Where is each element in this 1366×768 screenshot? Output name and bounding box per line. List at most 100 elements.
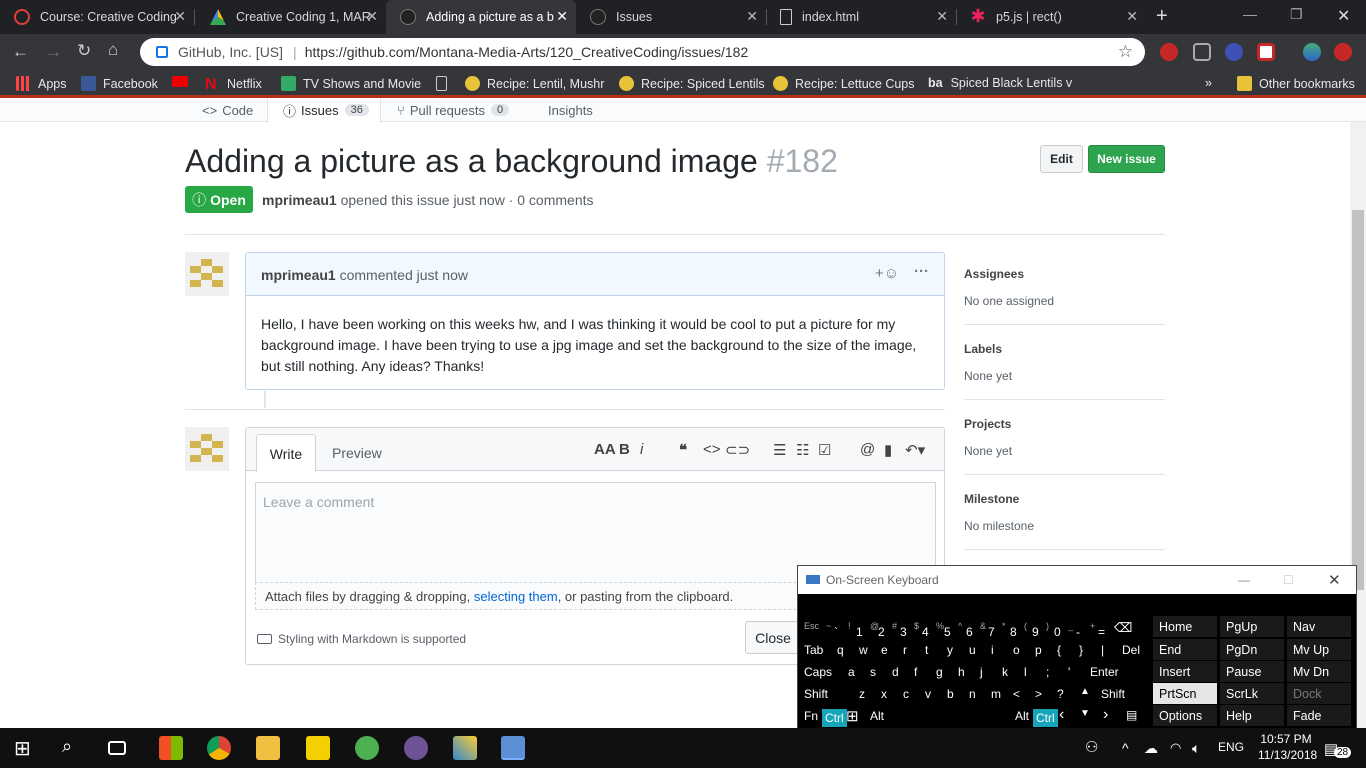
osk-key[interactable]: d xyxy=(892,665,899,679)
osk-key[interactable]: w xyxy=(859,643,868,657)
osk-key[interactable]: t xyxy=(925,643,928,657)
bookmarks-overflow[interactable]: » xyxy=(1205,76,1212,90)
header-text-icon[interactable]: AA xyxy=(594,441,616,458)
cast-icon[interactable] xyxy=(1193,43,1211,61)
osk-key[interactable]: + xyxy=(1090,621,1095,631)
osk-nav-key[interactable]: Nav xyxy=(1287,616,1351,637)
on-screen-keyboard-taskbar-icon[interactable] xyxy=(501,736,525,760)
osk-minimize-icon[interactable]: — xyxy=(1238,573,1250,587)
close-tab-icon[interactable]: ✕ xyxy=(746,8,758,25)
osk-key[interactable]: ~ xyxy=(826,621,831,631)
avatar[interactable] xyxy=(185,252,229,296)
volume-icon[interactable]: 🔈︎ xyxy=(1192,740,1200,757)
osk-key[interactable]: ^ xyxy=(958,621,962,631)
update-icon[interactable] xyxy=(1334,43,1352,61)
close-window-icon[interactable]: ✕ xyxy=(1337,6,1350,26)
task-view-icon[interactable] xyxy=(108,741,126,755)
tab-pull-requests[interactable]: ⑂ Pull requests 0 xyxy=(397,98,510,122)
bold-icon[interactable]: B xyxy=(619,441,630,458)
tab-insights[interactable]: Insights xyxy=(548,98,593,122)
osk-key[interactable]: y xyxy=(947,643,953,657)
osk-key[interactable]: l xyxy=(1024,665,1027,679)
osk-nav-key[interactable]: Home xyxy=(1153,616,1217,637)
osk-key[interactable]: 5 xyxy=(944,625,951,639)
bookmark-apps[interactable]: Apps xyxy=(16,76,67,91)
bulleted-list-icon[interactable]: ☰ xyxy=(773,441,786,459)
bookmark-recipe-spiced[interactable]: Recipe: Spiced Lentils xyxy=(619,76,765,91)
osk-key[interactable]: _ xyxy=(1068,621,1073,631)
chrome-icon[interactable] xyxy=(207,736,231,760)
windows-start-icon[interactable]: ⊞ xyxy=(14,736,38,760)
osk-key[interactable]: z xyxy=(859,687,865,701)
osk-key[interactable]: m xyxy=(991,687,1001,701)
bookmark-file[interactable] xyxy=(436,76,454,91)
new-issue-button[interactable]: New issue xyxy=(1088,145,1165,173)
osk-key[interactable]: 0 xyxy=(1054,625,1061,639)
osk-key[interactable]: a xyxy=(848,665,855,679)
home-icon[interactable]: ⌂ xyxy=(108,40,118,60)
bookmark-spiced-black[interactable]: ba Spiced Black Lentils v xyxy=(928,76,1072,90)
task-list-icon[interactable]: ☑ xyxy=(818,441,831,459)
bookmark-recipe-lentil[interactable]: Recipe: Lentil, Mushr xyxy=(465,76,604,91)
osk-key[interactable]: Del xyxy=(1122,643,1140,657)
tab-preview[interactable]: Preview xyxy=(332,445,382,461)
osk-key[interactable]: v xyxy=(925,687,931,701)
tab-index-html[interactable]: index.html ✕ xyxy=(766,0,957,34)
osk-key[interactable]: < xyxy=(1013,687,1020,701)
tab-write[interactable]: Write xyxy=(256,434,316,472)
reload-icon[interactable]: ↻ xyxy=(77,41,91,61)
osk-key[interactable]: 1 xyxy=(856,625,863,639)
osk-nav-key[interactable]: Insert xyxy=(1153,661,1217,682)
bookmark-recipe-lettuce[interactable]: Recipe: Lettuce Cups xyxy=(773,76,915,91)
osk-key[interactable]: f xyxy=(914,665,917,679)
osk-key[interactable]: Enter xyxy=(1090,665,1119,679)
osk-key[interactable]: q xyxy=(837,643,844,657)
wifi-icon[interactable]: ◠ xyxy=(1170,740,1181,756)
bookmark-tv-shows[interactable]: TV Shows and Movie xyxy=(281,76,421,91)
new-tab-button[interactable]: + xyxy=(1156,5,1168,28)
numbered-list-icon[interactable]: ☷ xyxy=(796,441,809,459)
osk-close-icon[interactable]: ✕ xyxy=(1328,571,1341,589)
scrollbar-thumb[interactable] xyxy=(1352,210,1364,590)
osk-key[interactable]: ( xyxy=(1024,621,1027,631)
osk-key[interactable]: 4 xyxy=(922,625,929,639)
extension-pocket-icon[interactable] xyxy=(1257,43,1275,61)
extension-stop-icon[interactable] xyxy=(1160,43,1178,61)
labels-heading[interactable]: Labels xyxy=(964,342,1002,356)
osk-menu-key[interactable]: ▤ xyxy=(1126,708,1137,722)
osk-left-arrow-key[interactable]: ‹ xyxy=(1059,706,1064,724)
osk-ctrl-key[interactable]: Ctrl xyxy=(1033,709,1058,727)
tab-creative-coding[interactable]: Creative Coding 1, MAR ✕ xyxy=(196,0,387,34)
osk-key[interactable]: 8 xyxy=(1010,625,1017,639)
osk-key[interactable]: ` xyxy=(834,625,838,639)
tab-code[interactable]: <> Code xyxy=(202,98,253,122)
osk-nav-key[interactable]: Pause xyxy=(1220,661,1284,682)
minimize-icon[interactable]: — xyxy=(1243,6,1257,22)
osk-fn-key[interactable]: Fn xyxy=(804,709,818,723)
search-icon[interactable]: ⌕ xyxy=(62,736,86,760)
store-icon[interactable] xyxy=(159,736,183,760)
mention-icon[interactable]: @ xyxy=(860,441,875,458)
tab-active-issue[interactable]: Adding a picture as a b ✕ xyxy=(386,0,576,34)
osk-key[interactable]: g xyxy=(936,665,943,679)
sticky-notes-icon[interactable] xyxy=(306,736,330,760)
osk-key[interactable]: | xyxy=(1101,643,1104,657)
osk-key[interactable]: ' xyxy=(1068,665,1070,679)
language-indicator[interactable]: ENG xyxy=(1218,740,1244,754)
osk-key[interactable]: x xyxy=(881,687,887,701)
osk-alt-key[interactable]: Alt xyxy=(870,709,884,723)
back-icon[interactable]: ← xyxy=(12,42,29,62)
osk-key[interactable]: 6 xyxy=(966,625,973,639)
osk-ctrl-key[interactable]: Ctrl xyxy=(822,709,847,727)
osk-key[interactable]: c xyxy=(903,687,909,701)
osk-key[interactable]: > xyxy=(1035,687,1042,701)
osk-key[interactable]: r xyxy=(903,643,907,657)
osk-key[interactable]: s xyxy=(870,665,876,679)
osk-up-arrow-key[interactable]: ▲ xyxy=(1080,686,1090,697)
profile-avatar[interactable] xyxy=(1303,43,1321,61)
extension-v-icon[interactable] xyxy=(1225,43,1243,61)
tray-expand-icon[interactable]: ^ xyxy=(1122,740,1129,756)
osk-key[interactable]: u xyxy=(969,643,976,657)
more-options-icon[interactable]: ··· xyxy=(914,263,929,280)
osk-key[interactable]: h xyxy=(958,665,965,679)
